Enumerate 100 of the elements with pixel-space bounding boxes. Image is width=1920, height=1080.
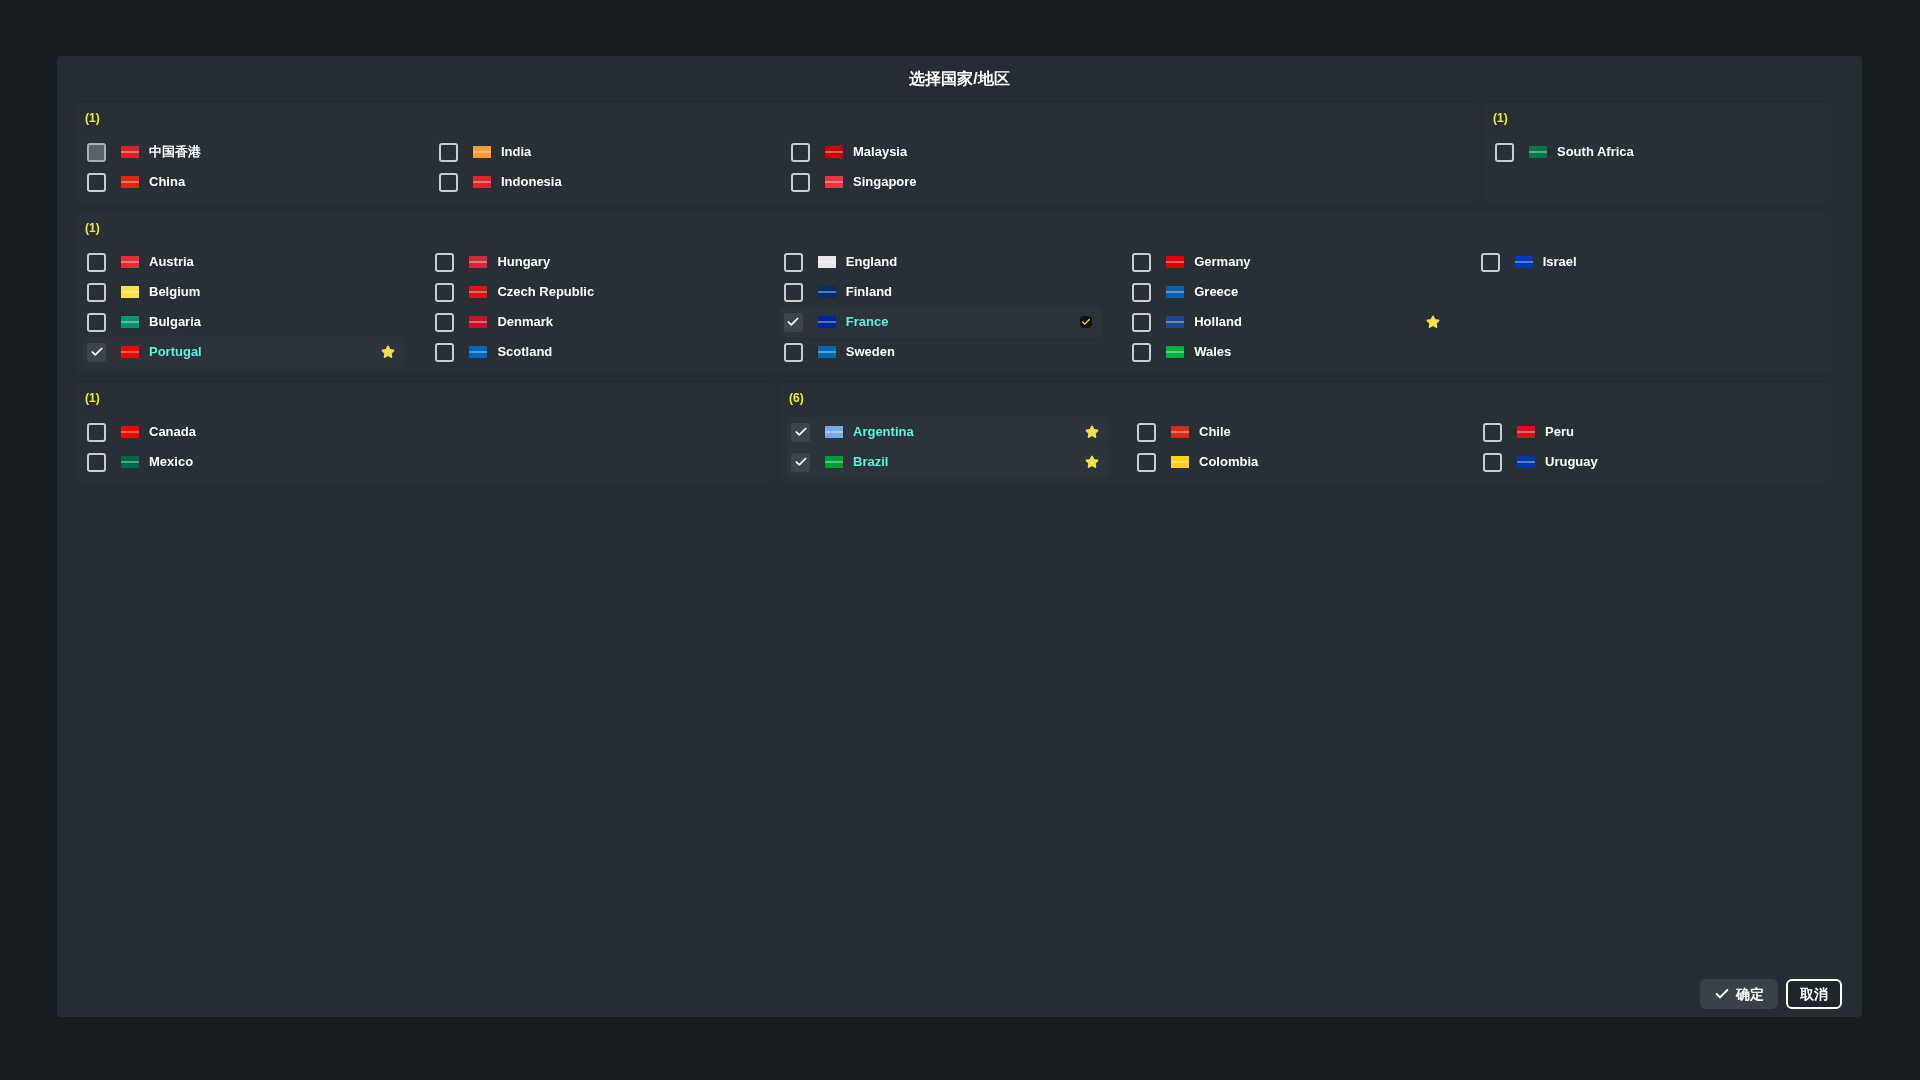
group-count: (6) (789, 390, 805, 407)
country-row[interactable]: Portugal (83, 337, 405, 367)
checkbox[interactable] (1132, 282, 1152, 302)
country-row[interactable]: China (83, 167, 405, 197)
checkbox[interactable] (87, 142, 106, 162)
checkbox[interactable] (1483, 452, 1502, 472)
country-name: 中国香港 (149, 143, 201, 162)
country-name: South Africa (1557, 143, 1634, 162)
country-row[interactable]: Bulgaria (83, 307, 405, 337)
checkbox[interactable] (435, 342, 455, 362)
country-row[interactable]: Malaysia (787, 137, 1109, 167)
dialog-title: 选择国家/地区 (909, 69, 1010, 89)
checkbox[interactable] (791, 172, 810, 192)
checkbox[interactable] (87, 282, 106, 302)
checkbox[interactable] (439, 172, 458, 192)
country-row[interactable]: Israel (1476, 247, 1799, 277)
check-icon (793, 425, 808, 439)
country-name: Holland (1194, 313, 1242, 332)
checkbox[interactable] (435, 312, 455, 332)
group-count: (1) (85, 220, 101, 237)
country-name: Finland (845, 283, 893, 302)
checkbox[interactable] (1483, 422, 1502, 442)
checkbox[interactable] (87, 312, 106, 332)
checkbox[interactable] (783, 252, 803, 272)
checkbox[interactable] (791, 142, 810, 162)
country-row[interactable]: Canada (83, 417, 405, 447)
check-icon (793, 455, 808, 469)
country-name: Singapore (853, 173, 917, 192)
checkbox[interactable] (1132, 312, 1152, 332)
country-row[interactable]: Sweden (779, 337, 1102, 367)
check-icon (786, 315, 801, 329)
checkbox[interactable] (1480, 252, 1500, 272)
country-name: Mexico (149, 453, 194, 472)
country-name: Austria (149, 253, 194, 272)
country-name: Peru (1545, 423, 1574, 442)
country-row[interactable]: Singapore (787, 167, 1109, 197)
country-row[interactable]: England (779, 247, 1102, 277)
country-row[interactable]: Holland (1128, 307, 1451, 337)
checkbox[interactable] (1137, 422, 1156, 442)
country-row[interactable]: Uruguay (1479, 447, 1801, 477)
country-row[interactable]: Colombia (1133, 447, 1455, 477)
country-name: Germany (1194, 253, 1251, 272)
checkbox[interactable] (439, 142, 458, 162)
checkbox[interactable] (87, 452, 106, 472)
cancel-button[interactable]: 取消 (1786, 979, 1842, 1009)
country-name: Belgium (149, 283, 201, 302)
country-name: Indonesia (501, 173, 562, 192)
checkbox[interactable] (783, 342, 803, 362)
country-row[interactable]: Hungary (431, 247, 754, 277)
country-row[interactable]: France (779, 307, 1102, 337)
checkbox[interactable] (87, 422, 106, 442)
country-row[interactable]: Belgium (83, 277, 405, 307)
country-name: Colombia (1199, 453, 1259, 472)
country-row[interactable]: South Africa (1491, 137, 1813, 167)
checkbox[interactable] (87, 252, 106, 272)
checkbox[interactable] (435, 252, 455, 272)
country-row[interactable]: Denmark (431, 307, 754, 337)
checkbox[interactable] (783, 282, 803, 302)
country-name: Denmark (497, 313, 554, 332)
country-name: Brazil (853, 453, 889, 472)
country-row[interactable]: Greece (1128, 277, 1451, 307)
country-row[interactable]: 中国香港 (83, 137, 405, 167)
country-name: Israel (1542, 253, 1577, 272)
country-row[interactable]: Scotland (431, 337, 754, 367)
country-row[interactable]: Peru (1479, 417, 1801, 447)
checkbox[interactable] (1137, 452, 1156, 472)
country-name: China (149, 173, 186, 192)
country-row[interactable]: Indonesia (435, 167, 757, 197)
country-row[interactable]: India (435, 137, 757, 167)
country-row[interactable]: Wales (1128, 337, 1451, 367)
country-name: England (845, 253, 898, 272)
country-row[interactable]: Austria (83, 247, 405, 277)
country-name: Czech Republic (497, 283, 595, 302)
checkbox[interactable] (435, 282, 455, 302)
country-row[interactable]: Chile (1133, 417, 1455, 447)
country-name: Chile (1199, 423, 1231, 442)
checkbox[interactable] (1132, 342, 1152, 362)
country-name: India (501, 143, 532, 162)
country-name: Wales (1194, 343, 1232, 362)
checkbox[interactable] (791, 452, 810, 472)
group-count: (1) (85, 110, 101, 127)
country-name: Uruguay (1545, 453, 1598, 472)
country-row[interactable]: Germany (1128, 247, 1451, 277)
checkbox[interactable] (1132, 252, 1152, 272)
country-name: Bulgaria (149, 313, 201, 332)
checkbox[interactable] (791, 422, 810, 442)
country-name: France (845, 313, 889, 332)
checkbox[interactable] (783, 312, 803, 332)
country-row[interactable]: Finland (779, 277, 1102, 307)
country-name: Sweden (845, 343, 895, 362)
checkbox[interactable] (87, 172, 106, 192)
country-name: Scotland (497, 343, 553, 362)
country-row[interactable]: Mexico (83, 447, 405, 477)
confirm-button[interactable]: 确定 (1700, 979, 1778, 1009)
check-icon (89, 345, 104, 359)
country-row[interactable]: Czech Republic (431, 277, 754, 307)
country-row[interactable]: Brazil (787, 447, 1109, 477)
checkbox[interactable] (87, 342, 106, 362)
country-row[interactable]: Argentina (787, 417, 1109, 447)
checkbox[interactable] (1495, 142, 1514, 162)
